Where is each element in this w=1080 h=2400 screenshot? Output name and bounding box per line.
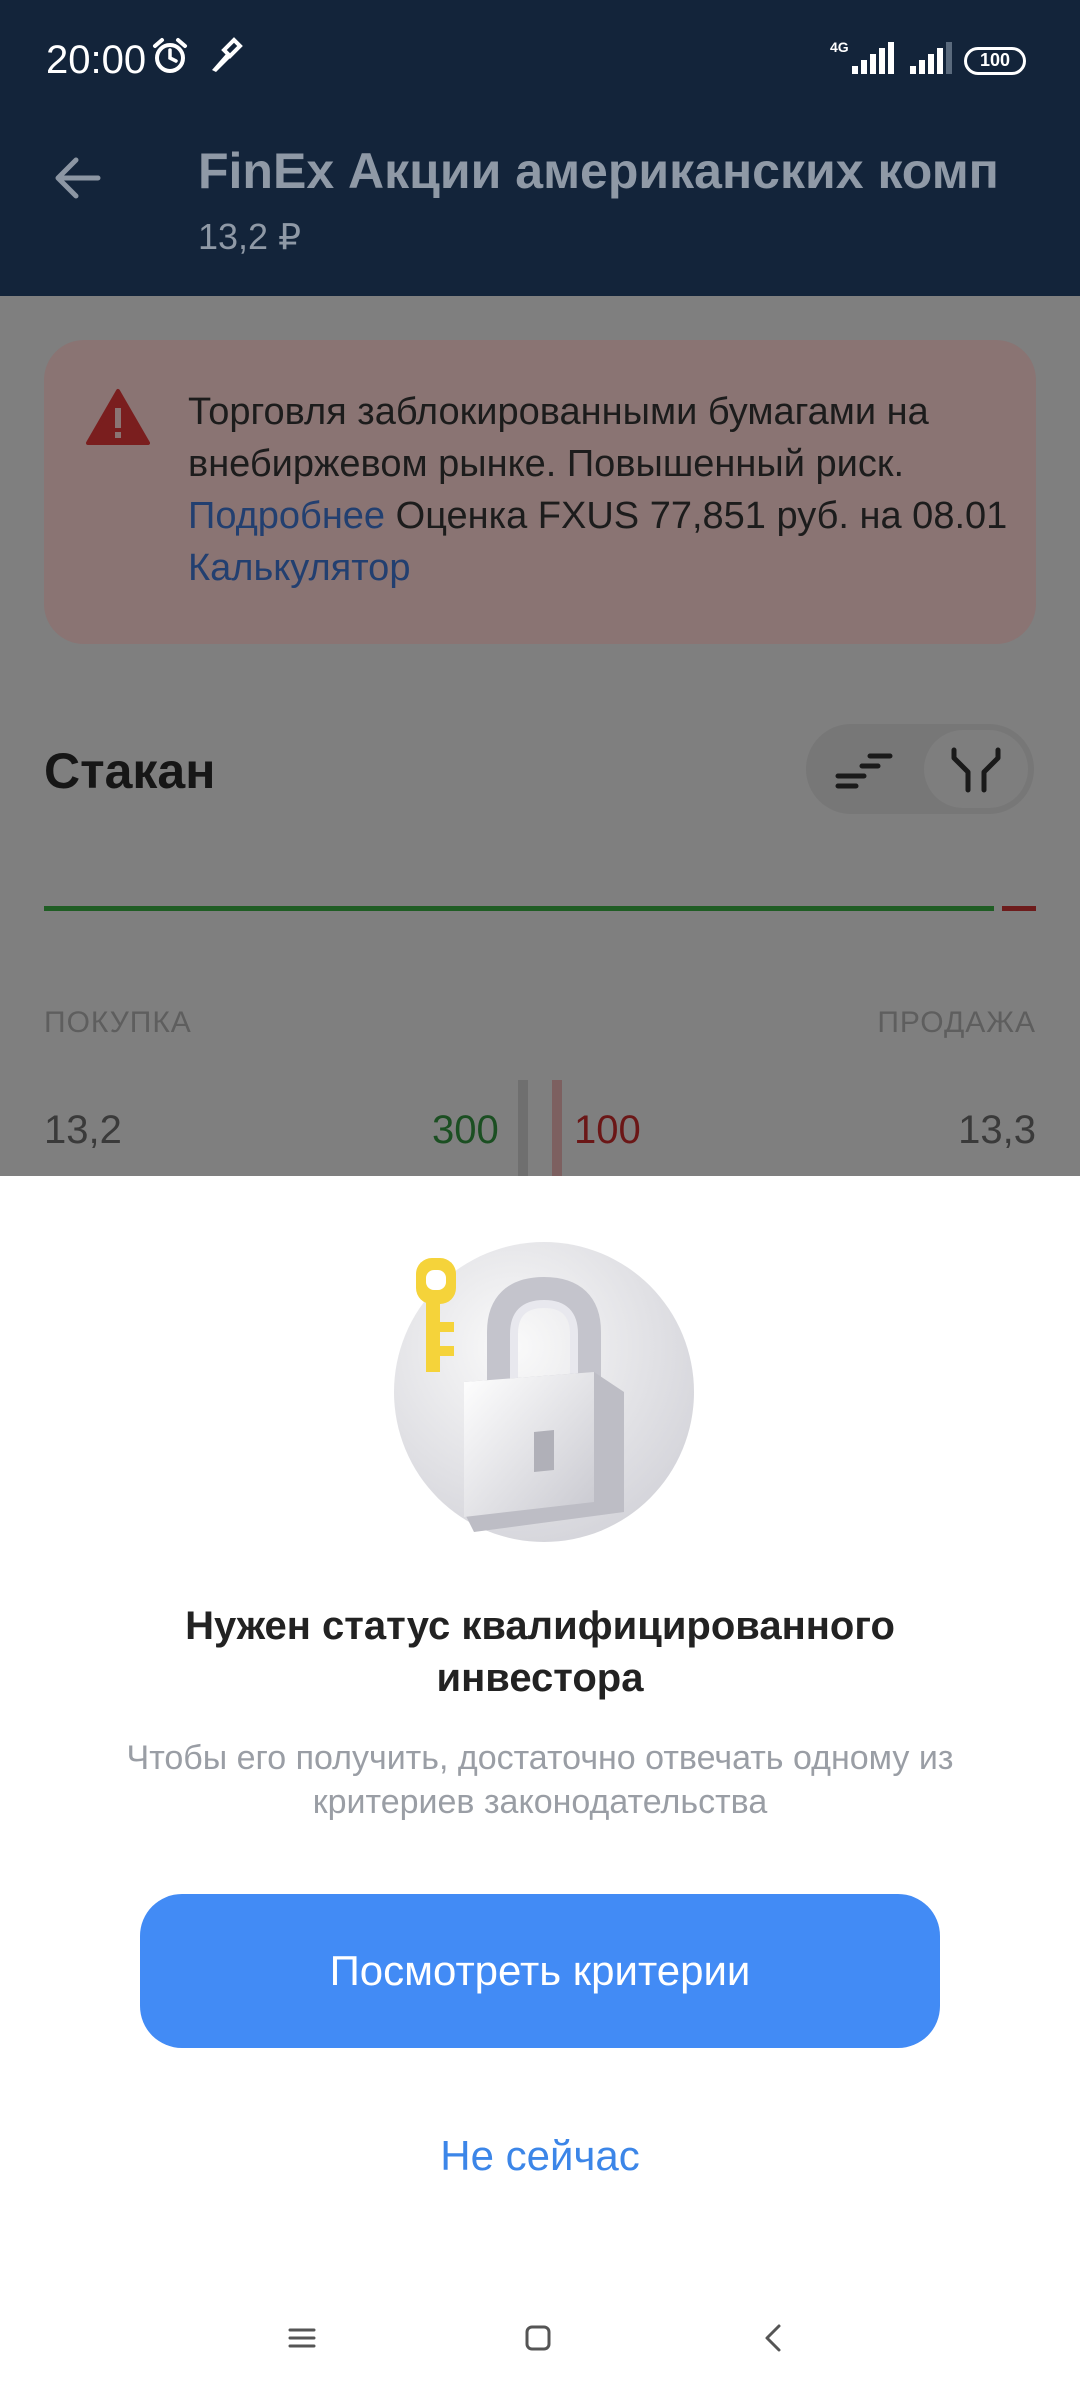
bid-volume-bar [518,1080,528,1176]
ask-price: 13,3 [958,1108,1036,1152]
security-details: Торговля заблокированными бумагами на вн… [0,296,1080,1176]
alarm-icon [150,36,190,81]
flashlight-icon [204,36,244,81]
risk-warning-card: Торговля заблокированными бумагами на вн… [44,340,1036,644]
buy-column-header: ПОКУПКА [44,1006,192,1039]
bid-quantity: 300 [432,1108,499,1152]
calculator-link[interactable]: Калькулятор [188,547,410,589]
ask-quantity: 100 [574,1108,641,1152]
not-now-button[interactable]: Не сейчас [340,2120,740,2192]
back-arrow-icon[interactable] [50,150,106,206]
status-bar: 20:00 4G 100 [0,0,1080,120]
page-title: FinEx Акции американских комп [198,143,999,199]
home-icon[interactable] [508,2308,568,2368]
signal-4g-icon: 4G [828,38,898,83]
orderbook-view-toggle[interactable] [806,724,1034,814]
menu-icon[interactable] [272,2308,332,2368]
risk-warning-text: Торговля заблокированными бумагами на вн… [188,386,1028,594]
sheet-title: Нужен статус квалифицированного инвестор… [185,1604,895,1700]
view-criteria-button[interactable]: Посмотреть критерии [140,1894,940,2048]
list-view-icon[interactable] [834,746,894,792]
depth-bar-sell [1002,906,1036,911]
battery-icon: 100 [964,46,1026,75]
qualified-investor-sheet: Нужен статус квалифицированного инвестор… [0,1180,1080,2400]
bid-price: 13,2 [44,1108,122,1152]
current-price: 13,2 ₽ [198,216,301,257]
status-time: 20:00 [46,38,147,82]
depth-bar-buy [44,906,994,911]
lock-key-illustration [394,1242,694,1542]
sell-column-header: ПРОДАЖА [877,1006,1036,1039]
more-link[interactable]: Подробнее [188,495,385,537]
sheet-description: Чтобы его получить, достаточно отвечать … [126,1739,954,1821]
valuation-text: Оценка FXUS 77,851 руб. на 08.01 [395,495,1008,537]
svg-text:4G: 4G [830,39,849,55]
system-nav-bar [0,2280,1080,2400]
depth-view-icon[interactable] [924,730,1028,808]
signal-icon [908,38,954,83]
warning-message: Торговля заблокированными бумагами на вн… [188,391,929,485]
orderbook-title: Стакан [44,743,216,799]
back-icon[interactable] [744,2308,804,2368]
warning-icon [86,388,150,446]
ask-volume-bar [552,1080,562,1176]
app-bar: FinEx Акции американских комп 13,2 ₽ [0,120,1080,296]
